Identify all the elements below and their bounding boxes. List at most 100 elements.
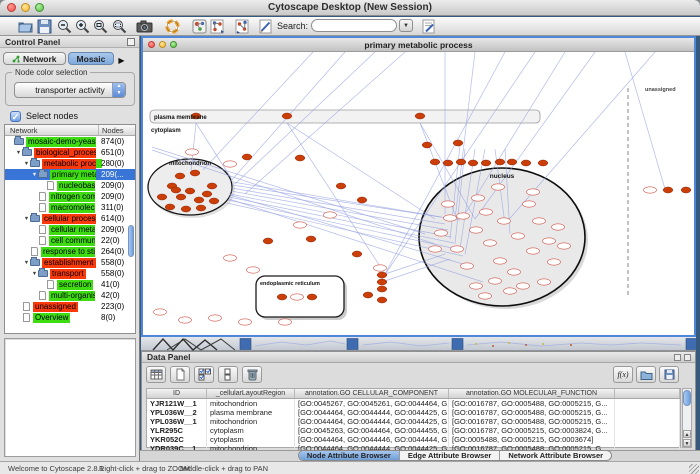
table-scrollbar-thumb[interactable] [683, 390, 691, 406]
table-row[interactable]: YPL036W__1mitochondrion[GO:0044464, GO:0… [147, 417, 680, 426]
float-panel-icon[interactable] [127, 38, 135, 46]
tree-row[interactable]: ▼cellular process614(0) [5, 213, 135, 224]
disclosure-triangle-icon[interactable]: ▼ [23, 260, 30, 266]
background-windows-strip[interactable] [141, 337, 696, 351]
export-attributes-button[interactable] [659, 366, 679, 383]
tree-row[interactable]: response to stimul264(0) [5, 246, 135, 257]
save-session-icon[interactable] [36, 18, 53, 35]
zoom-out-icon[interactable] [56, 18, 73, 35]
tab-node-attribute-browser[interactable]: Node Attribute Browser [299, 451, 400, 460]
attribute-table[interactable]: ID_cellularLayoutRegionannotation.GO CEL… [146, 388, 681, 448]
tree-row[interactable]: unassigned223(0) [5, 301, 135, 312]
help-lifesaver-icon[interactable] [164, 18, 181, 35]
tree-scrollbar-thumb[interactable] [128, 225, 134, 257]
tree-col-separator[interactable] [98, 125, 99, 135]
tree-node-count: 8(0) [101, 313, 136, 322]
disclosure-triangle-icon[interactable]: ▼ [15, 150, 22, 156]
tree-row[interactable]: macromolecule311(0) [5, 202, 135, 213]
tree-node-label: secretion [57, 280, 93, 290]
zoom-selected-region-icon[interactable] [111, 18, 128, 35]
network-view-window[interactable]: primary metabolic process plasma membran… [141, 36, 696, 337]
table-column-header[interactable]: annotation.GO CELLULAR_COMPONENT [295, 389, 449, 398]
table-cell: YLR295C [147, 426, 207, 435]
zoom-in-icon[interactable] [74, 18, 91, 35]
zoom-fit-icon[interactable] [92, 18, 109, 35]
node-color-dropdown[interactable]: transporter activity ▲▼ [14, 82, 126, 98]
folder-icon [38, 270, 48, 277]
tab-overflow-arrow-icon[interactable]: ▶ [118, 56, 124, 65]
tree-row[interactable]: nitrogen compo209(0) [5, 191, 135, 202]
tree-row[interactable]: ▼transport558(0) [5, 268, 135, 279]
snapshot-camera-icon[interactable] [136, 18, 153, 35]
table-column-header[interactable]: _cellularLayoutRegion [207, 389, 295, 398]
attribute-select-button[interactable] [146, 366, 166, 383]
tree-node-label: nucleobase-co [57, 181, 95, 191]
resize-grip[interactable] [689, 464, 699, 474]
tree-node-label: response to stimul [41, 247, 95, 257]
tree-row[interactable]: mosaic-demo-yeast874(0) [5, 136, 135, 147]
birds-eye-view[interactable] [4, 338, 136, 457]
unselect-all-attributes-button[interactable] [218, 366, 238, 383]
tree-node-label: establishment of lo [42, 258, 96, 268]
tree-node-count: 558(0) [101, 258, 136, 267]
tree-row[interactable]: multi-organism pro42(0) [5, 290, 135, 301]
table-cell: [GO:0016787, GO:0005488, GO:0005215, G..… [449, 408, 615, 417]
tree-node-label: cell communicat [49, 236, 95, 246]
vizmapper-icon[interactable] [191, 18, 208, 35]
table-row[interactable]: YLR295Ccytoplasm[GO:0045263, GO:0044464,… [147, 426, 680, 435]
tree-row[interactable]: cellular metabo209(0) [5, 224, 135, 235]
tree-node-label: primary metabol [50, 170, 96, 180]
tree-row[interactable]: secretion41(0) [5, 279, 135, 290]
table-row[interactable]: YJR121W__1mitochondrion[GO:0045267, GO:0… [147, 399, 680, 408]
data-panel-close-icon[interactable] [684, 354, 691, 361]
attribute-editor-icon[interactable] [420, 18, 437, 35]
tab-network-attribute-browser[interactable]: Network Attribute Browser [500, 451, 611, 460]
formula-builder-button[interactable]: f(x) [613, 366, 633, 383]
open-file-icon[interactable] [17, 18, 34, 35]
tree-row[interactable]: ▼biological_process651(0) [5, 147, 135, 158]
tab-mosaic-label: Mosaic [77, 53, 106, 65]
select-nodes-checkbox[interactable]: ✓ [10, 111, 21, 122]
tree-node-label: cellular metabo [49, 225, 95, 235]
tree-row[interactable]: ▼metabolic process280(0) [5, 158, 135, 169]
delete-attribute-button[interactable] [242, 366, 262, 383]
network-tree-header: Network Nodes [5, 125, 135, 136]
network-canvas[interactable]: plasma membranecytoplasmmitochondrionnuc… [143, 52, 694, 335]
layout-nodes-icon[interactable] [209, 18, 226, 35]
tab-mosaic[interactable]: Mosaic [68, 52, 115, 65]
layout-region-icon[interactable] [234, 18, 251, 35]
data-panel-float-icon[interactable] [674, 354, 681, 361]
search-input[interactable] [311, 19, 397, 32]
status-bar: Welcome to Cytoscape 2.8.1 Right-click +… [0, 461, 700, 474]
network-window-titlebar[interactable]: primary metabolic process [143, 38, 694, 52]
table-column-header[interactable]: ID [147, 389, 207, 398]
window-titlebar[interactable]: Cytoscape Desktop (New Session) [0, 0, 700, 16]
table-column-header[interactable]: annotation.GO MOLECULAR_FUNCTION [449, 389, 615, 398]
tree-row[interactable]: nucleobase-co209(0) [5, 180, 135, 191]
disclosure-triangle-icon[interactable]: ▼ [31, 271, 38, 277]
tree-node-label: macromolecule [49, 203, 95, 213]
scroll-down-icon[interactable]: ▼ [683, 439, 691, 447]
search-dropdown-arrow[interactable]: ▼ [399, 19, 413, 32]
control-panel-tabs: Network Mosaic ▶ [3, 50, 125, 65]
disclosure-triangle-icon[interactable]: ▼ [23, 216, 30, 222]
tree-row[interactable]: cell communicat22(0) [5, 235, 135, 246]
data-panel-titlebar[interactable]: Data Panel [142, 352, 695, 363]
disclosure-triangle-icon[interactable]: ▼ [23, 161, 30, 167]
disclosure-triangle-icon[interactable]: ▼ [31, 172, 38, 178]
tree-row[interactable]: ▼primary metabol209(... [5, 169, 135, 180]
table-row[interactable]: YKR052Ccytoplasm[GO:0044464, GO:0044446,… [147, 435, 680, 444]
annotation-pencil-icon[interactable] [257, 18, 274, 35]
table-scrollbar[interactable]: ▲ ▼ [682, 388, 692, 448]
table-row[interactable]: YPL036W__2plasma membrane[GO:0044464, GO… [147, 408, 680, 417]
scroll-up-icon[interactable]: ▲ [683, 430, 691, 438]
tab-edge-attribute-browser[interactable]: Edge Attribute Browser [400, 451, 500, 460]
tree-row[interactable]: ▼ establishment of lo 558(0) [5, 257, 135, 268]
import-attributes-button[interactable] [636, 366, 656, 383]
tree-node-label: Overview [33, 313, 70, 323]
create-attribute-button[interactable] [170, 366, 190, 383]
select-all-attributes-button[interactable] [194, 366, 214, 383]
main-toolbar: Search: ▼ [0, 17, 700, 36]
tree-row[interactable]: Overview 8(0) [5, 312, 135, 323]
tab-network[interactable]: Network [3, 52, 66, 65]
